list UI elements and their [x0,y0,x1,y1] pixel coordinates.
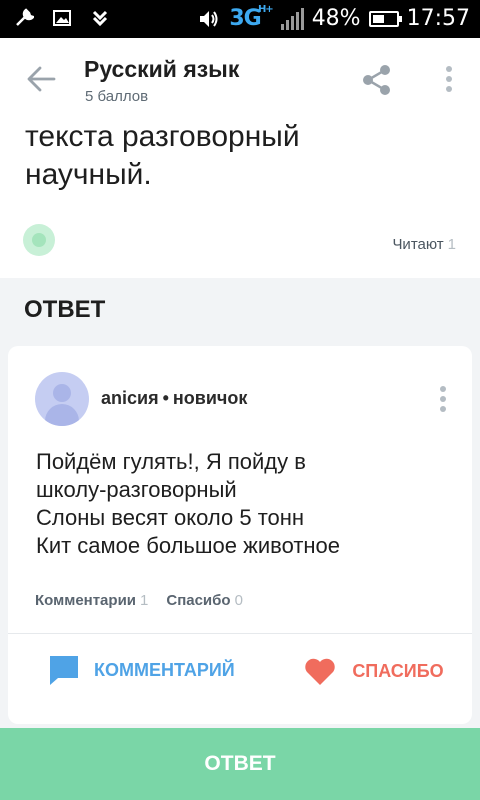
thanks-button[interactable]: СПАСИБО [304,656,444,686]
download-icon [92,10,108,27]
battery-icon [368,10,402,27]
comments-stat: Комментарии 1 [35,592,149,609]
back-arrow-icon[interactable] [26,66,56,92]
clock: 17:57 [406,6,470,31]
network-type: 3G H+ [229,4,273,31]
answer-stats: Комментарии 1 Спасибо 0 [35,592,243,609]
subject-title: Русский язык [84,56,240,82]
answer-card: anicия • новичок Пойдём гулять!, Я пойду в… [8,346,472,724]
points-label: 5 баллов [85,88,149,105]
app-header: Русский язык 5 баллов [0,38,480,118]
question-section: текста разговорный научный. Читают 1 [0,118,480,278]
answer-text: Пойдём гулять!, Я пойду в школу-разговор… [36,449,341,558]
question-text: текста разговорный научный. [25,120,300,191]
divider [8,633,472,634]
comment-button[interactable]: КОММЕНТАРИЙ [48,654,235,686]
volume-icon [200,10,218,27]
share-icon[interactable] [362,64,392,96]
more-menu-icon[interactable] [444,66,454,94]
image-icon [53,10,71,26]
answer-author[interactable]: anicия • новичок [101,388,247,409]
battery-percent: 48% [311,6,361,31]
thanks-stat: Спасибо 0 [166,592,243,609]
wrench-icon [16,8,34,26]
signal-icon [280,7,304,30]
status-bar: 3G H+ 48% 17:57 [0,0,480,38]
answer-heading: ОТВЕТ [24,296,106,323]
answer-button-label: ОТВЕТ [204,752,276,775]
avatar[interactable] [35,372,89,426]
heart-icon [305,658,335,685]
answer-button[interactable]: ОТВЕТ [0,728,480,800]
comment-icon [50,656,78,685]
readers-count: Читают 1 [392,236,456,253]
answer-menu-icon[interactable] [438,386,448,414]
asker-avatar[interactable] [23,224,55,256]
